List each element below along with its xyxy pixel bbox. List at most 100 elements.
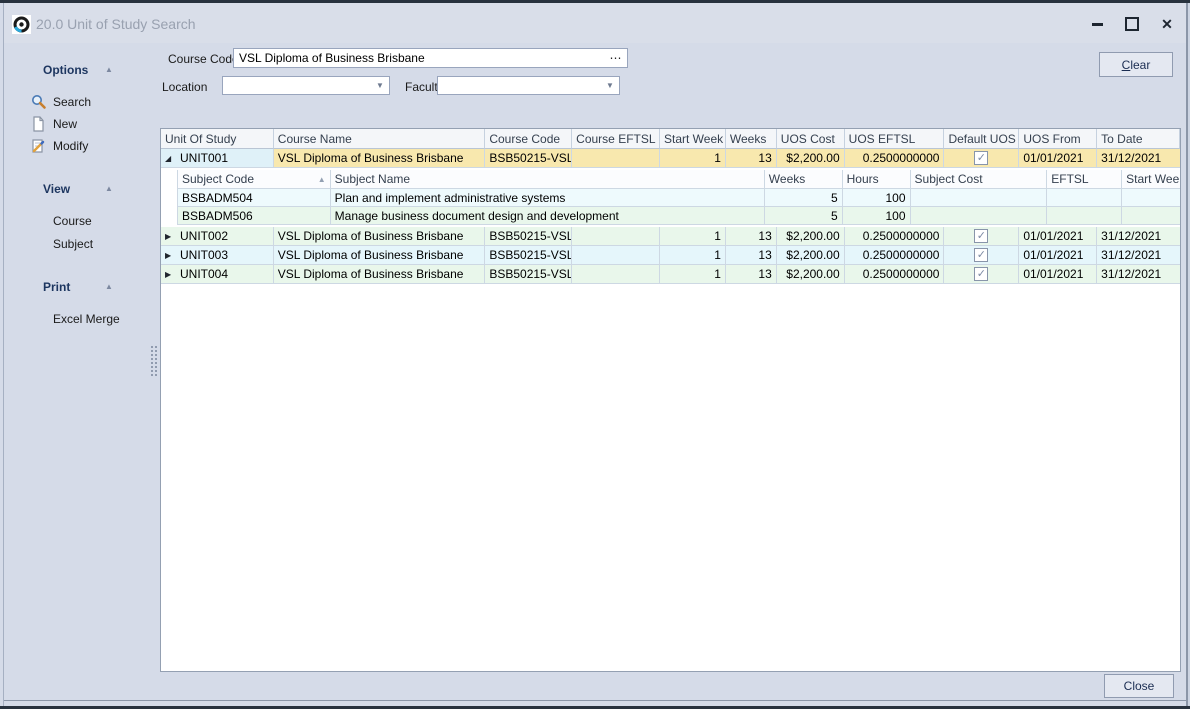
cell-to-date[interactable]: 31/12/2021: [1097, 149, 1180, 168]
column-header-uos-cost[interactable]: UOS Cost: [777, 129, 845, 149]
column-header-uos-from[interactable]: UOS From: [1019, 129, 1097, 149]
cell-subject-name[interactable]: Manage business document design and deve…: [331, 207, 765, 225]
course-code-input[interactable]: VSL Diploma of Business Brisbane ⋯: [233, 48, 628, 68]
collapse-row-icon[interactable]: ◢: [165, 154, 174, 163]
cell-course-name[interactable]: VSL Diploma of Business Brisbane: [274, 227, 486, 246]
cell-subject-cost[interactable]: [911, 207, 1048, 225]
cell-unit-of-study[interactable]: ▶ UNIT003: [161, 246, 274, 265]
column-header-unit-of-study[interactable]: Unit Of Study: [161, 129, 274, 149]
sidebar-item-new[interactable]: New: [30, 115, 150, 133]
default-uos-checkbox[interactable]: ✓: [974, 151, 988, 165]
grid-row-unit003[interactable]: ▶ UNIT003 VSL Diploma of Business Brisba…: [161, 246, 1180, 265]
column-header-weeks[interactable]: Weeks: [726, 129, 777, 149]
cell-subject-hours[interactable]: 100: [843, 189, 911, 207]
sidebar-section-print[interactable]: Print ▲: [4, 280, 154, 296]
collapse-arrow-icon[interactable]: ▲: [105, 282, 113, 291]
cell-subject-eftsl[interactable]: [1047, 189, 1122, 207]
close-window-button[interactable]: ✕: [1154, 11, 1180, 37]
cell-course-code[interactable]: BSB50215-VSL: [485, 265, 572, 284]
grid-row-unit001[interactable]: ◢ UNIT001 VSL Diploma of Business Brisba…: [161, 149, 1180, 168]
cell-uos-cost[interactable]: $2,200.00: [777, 227, 845, 246]
cell-to-date[interactable]: 31/12/2021: [1097, 246, 1180, 265]
cell-weeks[interactable]: 13: [726, 246, 777, 265]
chevron-down-icon[interactable]: ▼: [601, 81, 619, 90]
column-header-to-date[interactable]: To Date: [1097, 129, 1180, 149]
cell-start-week[interactable]: 1: [660, 227, 726, 246]
sidebar-item-subject[interactable]: Subject: [53, 235, 173, 253]
cell-subject-cost[interactable]: [911, 189, 1048, 207]
default-uos-checkbox[interactable]: ✓: [974, 229, 988, 243]
column-header-subject-weeks[interactable]: Weeks: [765, 170, 843, 189]
collapse-arrow-icon[interactable]: ▲: [105, 184, 113, 193]
column-header-course-code[interactable]: Course Code: [485, 129, 572, 149]
sidebar-item-search[interactable]: Search: [30, 93, 150, 111]
cell-subject-start-week[interactable]: [1122, 189, 1180, 207]
course-code-lookup-button[interactable]: ⋯: [605, 51, 627, 65]
cell-weeks[interactable]: 13: [726, 265, 777, 284]
cell-course-eftsl[interactable]: [572, 265, 660, 284]
cell-course-code[interactable]: BSB50215-VSL: [485, 246, 572, 265]
column-header-course-eftsl[interactable]: Course EFTSL: [572, 129, 660, 149]
sidebar-splitter[interactable]: [150, 345, 157, 377]
maximize-button[interactable]: [1119, 11, 1145, 37]
subject-row-bsbadm504[interactable]: BSBADM504 Plan and implement administrat…: [161, 189, 1180, 207]
cell-subject-eftsl[interactable]: [1047, 207, 1122, 225]
cell-start-week[interactable]: 1: [660, 265, 726, 284]
collapse-arrow-icon[interactable]: ▲: [105, 65, 113, 74]
clear-button[interactable]: Clear: [1099, 52, 1173, 77]
chevron-down-icon[interactable]: ▼: [371, 81, 389, 90]
column-header-uos-eftsl[interactable]: UOS EFTSL: [845, 129, 945, 149]
cell-course-eftsl[interactable]: [572, 227, 660, 246]
column-header-subject-cost[interactable]: Subject Cost: [911, 170, 1048, 189]
grid-row-unit004[interactable]: ▶ UNIT004 VSL Diploma of Business Brisba…: [161, 265, 1180, 284]
cell-course-code[interactable]: BSB50215-VSL: [485, 149, 572, 168]
cell-subject-weeks[interactable]: 5: [765, 189, 843, 207]
faculty-dropdown[interactable]: ▼: [437, 76, 620, 95]
grid-row-unit002[interactable]: ▶ UNIT002 VSL Diploma of Business Brisba…: [161, 227, 1180, 246]
sidebar-item-excel-merge[interactable]: Excel Merge: [53, 310, 173, 328]
cell-course-name[interactable]: VSL Diploma of Business Brisbane: [274, 149, 486, 168]
cell-weeks[interactable]: 13: [726, 149, 777, 168]
column-header-subject-start-week[interactable]: Start Week: [1122, 170, 1180, 189]
column-header-subject-code[interactable]: Subject Code ▲: [178, 170, 331, 189]
column-header-course-name[interactable]: Course Name: [274, 129, 486, 149]
cell-course-eftsl[interactable]: [572, 149, 660, 168]
cell-uos-cost[interactable]: $2,200.00: [777, 265, 845, 284]
expand-row-icon[interactable]: ▶: [165, 232, 174, 241]
cell-course-code[interactable]: BSB50215-VSL: [485, 227, 572, 246]
cell-to-date[interactable]: 31/12/2021: [1097, 227, 1180, 246]
subject-row-bsbadm506[interactable]: BSBADM506 Manage business document desig…: [161, 207, 1180, 225]
sidebar-section-options[interactable]: Options ▲: [4, 63, 154, 79]
cell-uos-cost[interactable]: $2,200.00: [777, 149, 845, 168]
cell-subject-weeks[interactable]: 5: [765, 207, 843, 225]
sidebar-item-course[interactable]: Course: [53, 212, 173, 230]
cell-uos-eftsl[interactable]: 0.2500000000: [845, 246, 945, 265]
cell-uos-eftsl[interactable]: 0.2500000000: [845, 265, 945, 284]
cell-uos-from[interactable]: 01/01/2021: [1019, 246, 1097, 265]
cell-subject-hours[interactable]: 100: [843, 207, 911, 225]
cell-weeks[interactable]: 13: [726, 227, 777, 246]
default-uos-checkbox[interactable]: ✓: [974, 267, 988, 281]
default-uos-checkbox[interactable]: ✓: [974, 248, 988, 262]
cell-course-name[interactable]: VSL Diploma of Business Brisbane: [274, 246, 486, 265]
cell-start-week[interactable]: 1: [660, 149, 726, 168]
cell-uos-eftsl[interactable]: 0.2500000000: [845, 149, 945, 168]
column-header-subject-hours[interactable]: Hours: [843, 170, 911, 189]
cell-uos-from[interactable]: 01/01/2021: [1019, 265, 1097, 284]
cell-uos-cost[interactable]: $2,200.00: [777, 246, 845, 265]
cell-start-week[interactable]: 1: [660, 246, 726, 265]
cell-uos-from[interactable]: 01/01/2021: [1019, 149, 1097, 168]
expand-row-icon[interactable]: ▶: [165, 251, 174, 260]
column-header-default-uos[interactable]: Default UOS: [944, 129, 1019, 149]
cell-subject-code[interactable]: BSBADM506: [178, 207, 331, 225]
sidebar-item-modify[interactable]: Modify: [30, 137, 150, 155]
cell-course-name[interactable]: VSL Diploma of Business Brisbane: [274, 265, 486, 284]
minimize-button[interactable]: [1084, 11, 1110, 37]
cell-subject-name[interactable]: Plan and implement administrative system…: [331, 189, 765, 207]
cell-uos-from[interactable]: 01/01/2021: [1019, 227, 1097, 246]
column-header-subject-name[interactable]: Subject Name: [331, 170, 765, 189]
close-button[interactable]: Close: [1104, 674, 1174, 698]
cell-course-eftsl[interactable]: [572, 246, 660, 265]
cell-unit-of-study[interactable]: ▶ UNIT004: [161, 265, 274, 284]
cell-subject-code[interactable]: BSBADM504: [178, 189, 331, 207]
